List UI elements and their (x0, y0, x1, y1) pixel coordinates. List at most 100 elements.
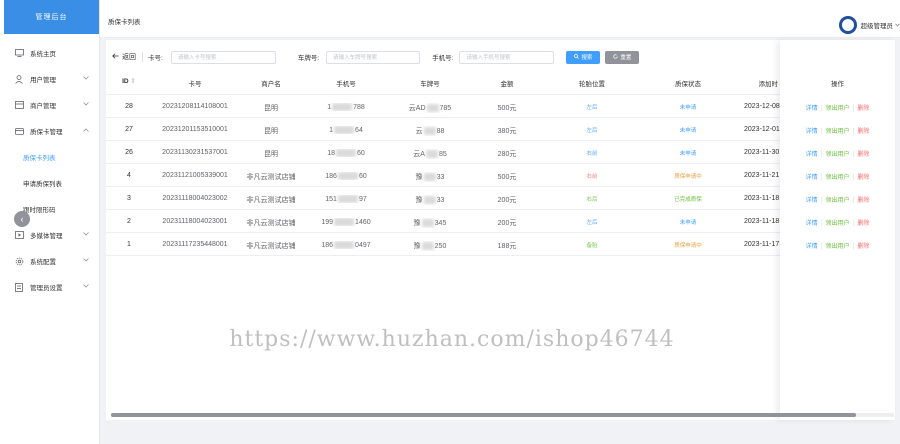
reset-button[interactable]: 重置 (605, 50, 640, 64)
table-row: 27 20231201153510001 昆明 1 64 云 88 380元 左后 未申请 2023… (106, 118, 895, 141)
scrollbar-thumb[interactable] (111, 413, 856, 417)
detail-link[interactable]: 详情 (806, 152, 818, 158)
refresh-icon (613, 53, 619, 61)
cell-status: 质保申请中 (674, 243, 702, 249)
filter-bar: 返回 卡号: 请输入卡号搜索 车牌号: 请输入车牌号搜索 手机号: 请输入手机号… (106, 48, 895, 66)
export-user-link[interactable]: 领出用户 (825, 244, 849, 250)
divider (142, 52, 143, 62)
reset-button-label: 重置 (620, 55, 632, 61)
delete-link[interactable]: 删除 (857, 221, 869, 227)
phone-filter-label: 手机号: (432, 55, 454, 62)
search-button[interactable]: 搜索 (566, 50, 601, 64)
sidebar-item-claim-list[interactable]: 申请质保列表 (0, 170, 99, 196)
detail-link[interactable]: 详情 (806, 129, 818, 135)
export-user-link[interactable]: 领出用户 (825, 198, 849, 204)
sidebar-item-label: 质保卡管理 (30, 129, 63, 136)
header-amount: 金额 (500, 81, 514, 88)
sidebar-item-label: 系统主页 (30, 51, 56, 58)
watermark: https://www.huzhan.com/ishop46744 (229, 327, 675, 352)
cell-added: 2023-11-21 (744, 172, 780, 179)
card-icon (14, 126, 24, 136)
row-actions: 详情 | 领出用户 | 删除 (780, 103, 895, 112)
divider: | (820, 197, 823, 204)
sidebar-item-label: 用户管理 (30, 77, 56, 84)
detail-link[interactable]: 详情 (806, 244, 818, 250)
cell-amount: 200元 (497, 220, 517, 227)
cell-phone: 1 788 (327, 103, 365, 111)
cell-card: 20231208114108001 (162, 103, 228, 110)
cell-id: 4 (127, 172, 131, 179)
detail-link[interactable]: 详情 (806, 221, 818, 227)
sidebar-item-label: 多媒体管理 (30, 233, 63, 240)
cell-plate: 云A 85 (413, 150, 447, 159)
divider: | (852, 151, 855, 158)
table-row: 28 20231208114108001 昆明 1 788 云AD 785 500元 左后 未申请… (106, 95, 895, 118)
user-menu[interactable]: 超级管理员 (838, 16, 900, 34)
sidebar-item-label: 系统配置 (30, 259, 56, 266)
sidebar-collapse-button[interactable]: ‹ (14, 211, 30, 227)
horizontal-scrollbar[interactable] (111, 413, 894, 417)
delete-link[interactable]: 删除 (857, 198, 869, 204)
sidebar-item-settings[interactable]: 系统配置 (0, 248, 99, 274)
export-user-link[interactable]: 领出用户 (825, 152, 849, 158)
store-icon (14, 100, 24, 110)
cell-plate: 豫 33 (415, 196, 445, 205)
plate-filter-label: 车牌号: (297, 55, 320, 62)
sidebar-item-cards[interactable]: 质保卡管理 (0, 118, 99, 144)
detail-link[interactable]: 详情 (806, 175, 818, 181)
chevron-down-icon (83, 75, 89, 82)
header-id[interactable]: ID ⇕ (114, 77, 144, 85)
row-actions: 详情 | 领出用户 | 删除 (780, 172, 895, 181)
delete-link[interactable]: 删除 (857, 175, 869, 181)
sidebar-item-merchants[interactable]: 商户管理 (0, 92, 99, 118)
phone-search-input[interactable]: 请输入手机号搜索 (459, 50, 555, 64)
sidebar-item-home[interactable]: 系统主页 (0, 40, 99, 66)
cell-phone: 186 0497 (321, 241, 371, 249)
header-position: 轮胎位置 (579, 81, 605, 88)
cell-status: 未申请 (679, 105, 697, 111)
header-ops: 操作 (831, 81, 844, 88)
cell-merchant: 昆明 (264, 105, 278, 112)
cell-added: 2023-11-18 (744, 218, 780, 225)
back-label: 返回 (122, 54, 136, 61)
export-user-link[interactable]: 领出用户 (825, 175, 849, 181)
back-button[interactable]: 返回 (112, 52, 136, 62)
cell-phone: 1 64 (329, 126, 363, 134)
cell-added: 2023-12-01 (744, 126, 780, 133)
media-icon (14, 230, 24, 240)
cell-id: 2 (127, 218, 131, 225)
sidebar-item-admins[interactable]: 管理员设置 (0, 274, 99, 300)
cell-position: 备胎 (586, 243, 598, 249)
sidebar-item-card-list[interactable]: 质保卡列表 (0, 144, 99, 170)
table-row: 3 20231118004023002 非凡云测试店铺 151 97 豫 33 200元 右后 已… (106, 187, 895, 210)
cell-id: 28 (125, 103, 133, 110)
sidebar-item-label: 商户管理 (30, 103, 56, 110)
cell-merchant: 非凡云测试店铺 (246, 197, 296, 204)
row-actions: 详情 | 领出用户 | 删除 (780, 149, 895, 158)
sidebar-item-label: 质保卡列表 (23, 155, 56, 162)
delete-link[interactable]: 删除 (857, 106, 869, 112)
cell-status: 质保申请中 (674, 174, 702, 180)
table-row: 26 20231130231537001 昆明 18 60 云A 85 280元 右前 未申请 20… (106, 141, 895, 164)
delete-link[interactable]: 删除 (857, 152, 869, 158)
chevron-down-icon (83, 283, 89, 290)
cell-merchant: 昆明 (264, 128, 278, 135)
detail-link[interactable]: 详情 (806, 106, 818, 112)
actions-column: 操作 详情 | 领出用户 | 删除 详情 | 领出用户 | 删除 详情 | 领出用户 | 删除 详情 | 领出用户… (780, 40, 895, 420)
cell-status: 未申请 (679, 151, 697, 157)
sort-icon: ⇕ (130, 78, 136, 85)
delete-link[interactable]: 删除 (857, 244, 869, 250)
plate-search-input[interactable]: 请输入车牌号搜索 (326, 50, 421, 64)
sidebar-item-media[interactable]: 多媒体管理 (0, 222, 99, 248)
delete-link[interactable]: 删除 (857, 129, 869, 135)
card-search-input[interactable]: 请输入卡号搜索 (170, 50, 276, 64)
cell-card: 20231118004023002 (162, 195, 228, 202)
export-user-link[interactable]: 领出用户 (825, 221, 849, 227)
sidebar-item-users[interactable]: 用户管理 (0, 66, 99, 92)
detail-link[interactable]: 详情 (806, 198, 818, 204)
export-user-link[interactable]: 领出用户 (825, 106, 849, 112)
chevron-down-icon (895, 22, 900, 29)
cell-amount: 200元 (497, 197, 517, 204)
cell-id: 1 (127, 241, 131, 248)
export-user-link[interactable]: 领出用户 (825, 129, 849, 135)
